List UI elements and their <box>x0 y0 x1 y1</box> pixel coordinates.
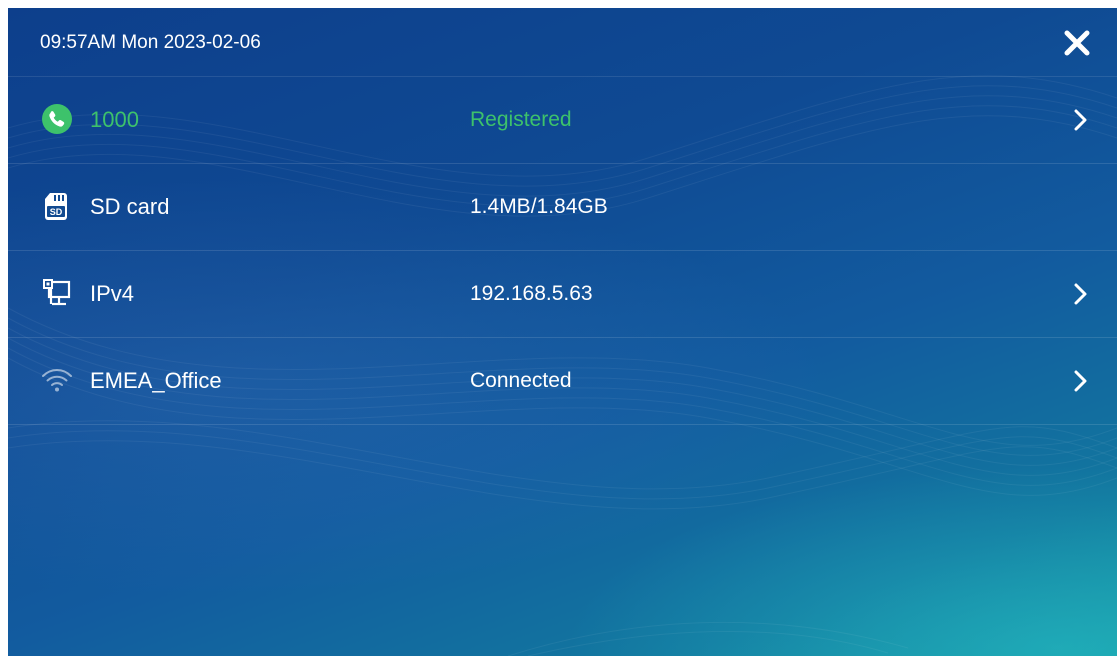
ipv4-row[interactable]: IPv4 192.168.5.63 <box>8 251 1117 338</box>
registration-status: Registered <box>470 108 572 131</box>
datetime-text: 09:57AM Mon 2023-02-06 <box>40 32 261 53</box>
status-bar: 09:57AM Mon 2023-02-06 <box>8 8 1117 77</box>
ipv4-address: 192.168.5.63 <box>470 282 593 305</box>
wifi-icon <box>42 369 72 392</box>
sd-card-row: SD SD card 1.4MB/1.84GB <box>8 164 1117 251</box>
chevron-right-icon[interactable] <box>1072 107 1090 133</box>
account-row[interactable]: 1000 Registered <box>8 77 1117 164</box>
close-icon[interactable] <box>1062 28 1092 58</box>
wifi-ssid: EMEA_Office <box>90 368 222 393</box>
phone-icon <box>42 104 72 134</box>
wifi-status: Connected <box>470 369 572 392</box>
sd-card-label: SD card <box>90 194 170 219</box>
wifi-row[interactable]: EMEA_Office Connected <box>8 338 1117 425</box>
chevron-right-icon[interactable] <box>1072 368 1090 394</box>
sd-card-icon: SD <box>45 193 67 220</box>
account-number: 1000 <box>90 107 139 132</box>
ipv4-label: IPv4 <box>90 281 135 306</box>
network-icon <box>43 279 71 306</box>
chevron-right-icon[interactable] <box>1072 281 1090 307</box>
status-screen: 09:57AM Mon 2023-02-06 1000 Registered S… <box>8 8 1117 656</box>
svg-text:SD: SD <box>50 207 63 217</box>
sd-card-usage: 1.4MB/1.84GB <box>470 195 608 218</box>
